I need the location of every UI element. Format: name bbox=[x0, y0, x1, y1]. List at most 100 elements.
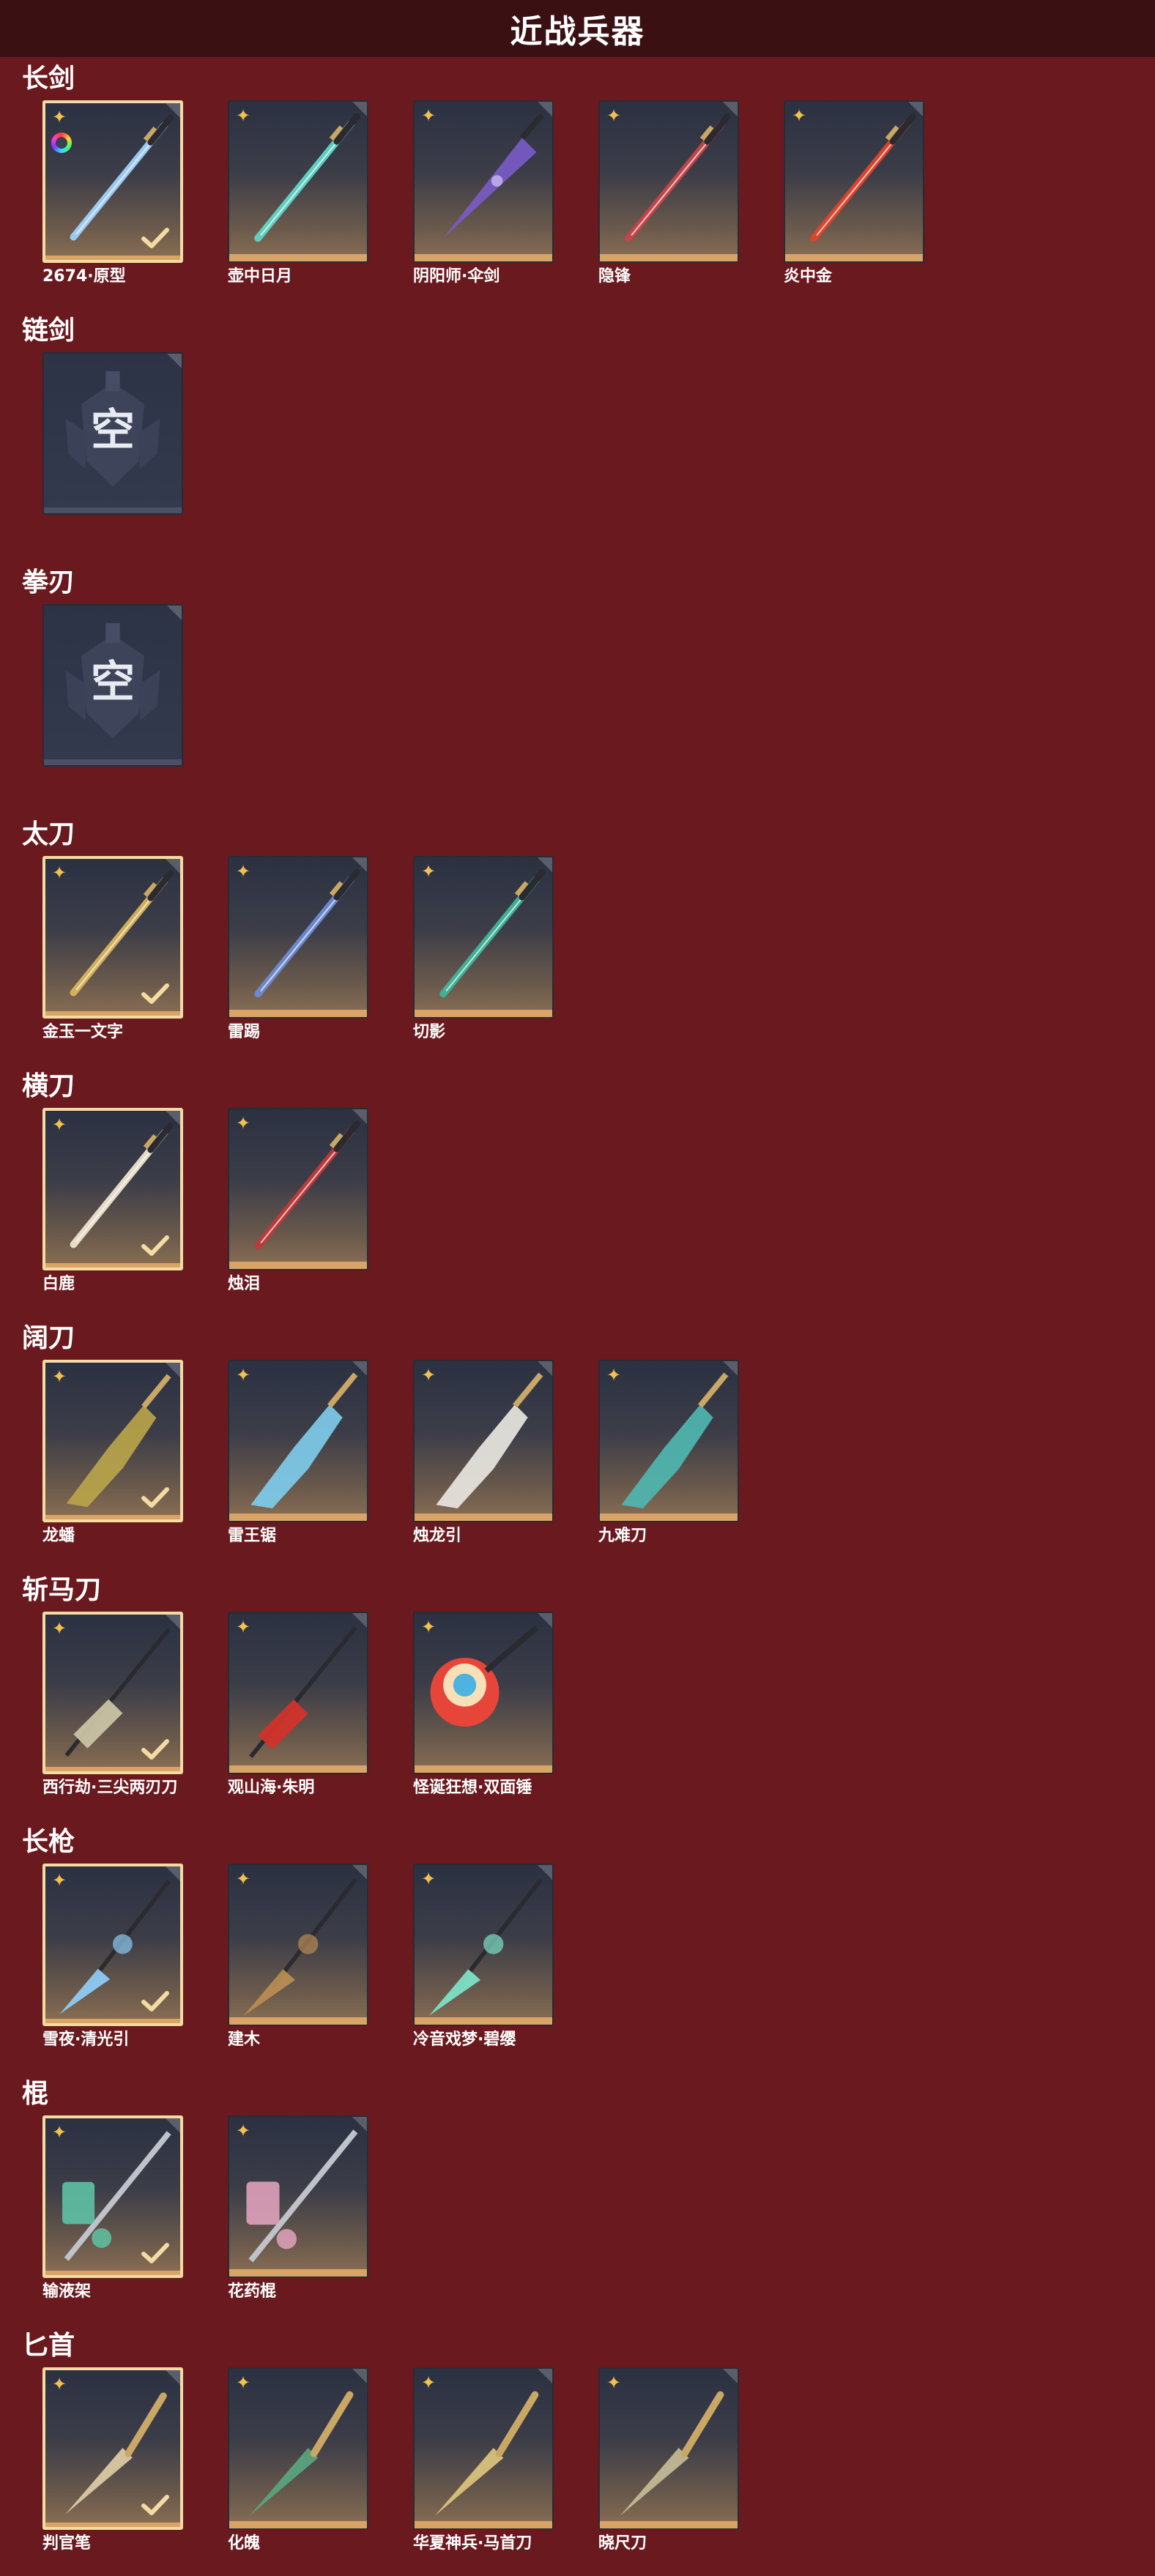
weapon-name: 烛泪 bbox=[228, 1275, 261, 1293]
empty-slot-tile: 空 bbox=[42, 604, 183, 767]
corner-tag-icon bbox=[723, 102, 738, 116]
weapon-name: 金玉一文字 bbox=[42, 1023, 124, 1041]
weapon-tile[interactable]: ✦ bbox=[228, 2115, 368, 2278]
weapon-card[interactable]: ✦ 隐锋 bbox=[598, 100, 742, 304]
star-icon: ✦ bbox=[606, 105, 622, 126]
weapon-name: 九难刀 bbox=[598, 1527, 647, 1545]
star-icon: ✦ bbox=[235, 105, 251, 126]
weapon-card[interactable]: ✦ 冷音戏梦·碧缨 bbox=[413, 1864, 557, 2067]
weapon-card[interactable]: ✦ 龙蟠 bbox=[42, 1360, 186, 1563]
weapon-tile[interactable]: ✦ bbox=[413, 100, 554, 263]
star-icon: ✦ bbox=[51, 107, 67, 127]
weapon-card[interactable]: ✦ 观山海·朱明 bbox=[228, 1612, 371, 1815]
weapon-tile[interactable]: ✦ bbox=[413, 1360, 554, 1522]
weapon-tile[interactable]: ✦ bbox=[413, 856, 554, 1019]
weapon-tile[interactable]: ✦ bbox=[228, 1360, 368, 1522]
weapon-name: 雷踢 bbox=[228, 1023, 261, 1041]
weapon-card[interactable]: ✦ 烛龙引 bbox=[413, 1360, 557, 1563]
weapon-card[interactable]: ✦ 花药棍 bbox=[228, 2115, 371, 2319]
corner-tag-icon bbox=[352, 2369, 367, 2383]
empty-slot[interactable]: 空 bbox=[42, 352, 186, 556]
check-icon bbox=[141, 1487, 169, 1508]
weapon-card[interactable]: ✦ 雷王锯 bbox=[228, 1360, 371, 1563]
weapon-tile[interactable]: ✦ bbox=[598, 2367, 739, 2530]
weapon-name: 雪夜·清光引 bbox=[42, 2030, 130, 2049]
corner-tag-icon bbox=[352, 1865, 367, 1880]
weapon-card[interactable]: ✦ 阴阳师·伞剑 bbox=[413, 100, 557, 304]
corner-tag-icon bbox=[352, 102, 367, 116]
weapon-card[interactable]: ✦ 华夏神兵·马首刀 bbox=[413, 2367, 557, 2571]
empty-slot[interactable]: 空 bbox=[42, 604, 186, 808]
weapon-tile[interactable]: ✦ bbox=[228, 2367, 368, 2530]
weapon-tile[interactable]: ✦ bbox=[413, 1864, 554, 2026]
weapon-tile[interactable]: ✦ bbox=[598, 1360, 739, 1522]
weapon-card[interactable]: ✦ 切影 bbox=[413, 856, 557, 1060]
star-icon: ✦ bbox=[235, 2372, 251, 2393]
weapon-tile[interactable]: ✦ bbox=[228, 100, 368, 263]
corner-tag-icon bbox=[166, 1866, 180, 1881]
weapon-tile[interactable]: ✦ bbox=[42, 856, 183, 1019]
empty-slot-text: 空 bbox=[91, 657, 135, 708]
star-icon: ✦ bbox=[235, 861, 251, 882]
star-icon: ✦ bbox=[235, 1869, 251, 1889]
weapon-card[interactable]: ✦ 建木 bbox=[228, 1864, 371, 2067]
weapon-tile[interactable]: ✦ bbox=[42, 2367, 183, 2530]
star-icon: ✦ bbox=[420, 1869, 437, 1889]
weapon-card[interactable]: ✦ 怪诞狂想·双面锤 bbox=[413, 1612, 557, 1815]
weapon-name: 隐锋 bbox=[598, 267, 631, 286]
weapon-section: 太刀 ✦ 金玉一文字 ✦ 雷踢 ✦ 切影 bbox=[0, 814, 1155, 1066]
star-icon: ✦ bbox=[235, 1113, 251, 1133]
weapon-tile[interactable]: ✦ bbox=[228, 856, 368, 1019]
weapon-card[interactable]: ✦ 九难刀 bbox=[598, 1360, 742, 1563]
weapon-tile[interactable]: ✦ bbox=[784, 100, 924, 263]
weapon-tile[interactable]: ✦ bbox=[228, 1864, 368, 2026]
weapon-tile[interactable]: ✦ bbox=[228, 1108, 368, 1270]
weapon-name: 壶中日月 bbox=[228, 267, 293, 286]
section-label: 链剑 bbox=[22, 316, 75, 346]
corner-tag-icon bbox=[723, 1361, 738, 1376]
weapon-tile[interactable]: ✦ bbox=[598, 100, 739, 263]
weapon-tile[interactable]: ✦ bbox=[42, 2115, 183, 2278]
section-label: 阔刀 bbox=[22, 1323, 75, 1353]
corner-tag-icon bbox=[352, 1361, 367, 1376]
weapon-name: 烛龙引 bbox=[413, 1527, 462, 1545]
spectrum-icon[interactable] bbox=[51, 133, 72, 153]
section-label: 太刀 bbox=[22, 819, 75, 849]
weapon-tile[interactable]: ✦ bbox=[42, 1864, 183, 2026]
weapon-tile[interactable]: ✦ bbox=[413, 1612, 554, 1774]
weapon-card[interactable]: ✦ 炎中金 bbox=[784, 100, 927, 304]
weapon-collection-page: 近战兵器 长剑 ✦ 2674·原型 ✦ 壶中日月 ✦ 阴阳师·伞剑 ✦ 隐锋 ✦ 炎中金 链剑空拳刃空… bbox=[0, 0, 1155, 2576]
corner-tag-icon bbox=[538, 2369, 552, 2383]
weapon-name: 白鹿 bbox=[42, 1275, 75, 1293]
weapon-card[interactable]: ✦ 判官笔 bbox=[42, 2367, 186, 2571]
weapon-name: 龙蟠 bbox=[42, 1527, 75, 1545]
star-icon: ✦ bbox=[235, 1365, 251, 1385]
weapon-name: 观山海·朱明 bbox=[228, 1779, 315, 1797]
weapon-tile[interactable]: ✦ bbox=[42, 1360, 183, 1522]
weapon-card[interactable]: ✦ 雪夜·清光引 bbox=[42, 1864, 186, 2067]
weapon-card[interactable]: ✦ 白鹿 bbox=[42, 1108, 186, 1311]
weapon-card[interactable]: ✦ 晓尺刀 bbox=[598, 2367, 742, 2571]
check-icon bbox=[141, 228, 169, 248]
weapon-card[interactable]: ✦ 化魄 bbox=[228, 2367, 371, 2571]
weapon-name: 阴阳师·伞剑 bbox=[413, 267, 500, 286]
weapon-tile[interactable]: ✦ bbox=[413, 2367, 554, 2530]
empty-slot-text: 空 bbox=[91, 405, 135, 456]
weapon-card[interactable]: ✦ 壶中日月 bbox=[228, 100, 371, 304]
corner-tag-icon bbox=[352, 1613, 367, 1628]
weapon-card[interactable]: ✦ 2674·原型 bbox=[42, 100, 186, 304]
weapon-card[interactable]: ✦ 输液架 bbox=[42, 2115, 186, 2319]
weapon-tile[interactable]: ✦ bbox=[42, 1612, 183, 1774]
weapon-card[interactable]: ✦ 金玉一文字 bbox=[42, 856, 186, 1060]
weapon-tile[interactable]: ✦ bbox=[42, 100, 183, 263]
weapon-card[interactable]: ✦ 雷踢 bbox=[228, 856, 371, 1060]
weapon-name: 切影 bbox=[413, 1023, 446, 1041]
check-icon bbox=[141, 983, 169, 1004]
weapon-name: 花药棍 bbox=[228, 2282, 277, 2301]
weapon-card[interactable]: ✦ 烛泪 bbox=[228, 1108, 371, 1311]
weapon-tile[interactable]: ✦ bbox=[42, 1108, 183, 1270]
corner-tag-icon bbox=[538, 1865, 552, 1880]
weapon-tile[interactable]: ✦ bbox=[228, 1612, 368, 1774]
weapon-section: 匕首 ✦ 判官笔 ✦ 化魄 ✦ 华夏神兵·马首刀 ✦ 晓尺刀 bbox=[0, 2326, 1155, 2576]
weapon-card[interactable]: ✦ 西行劫·三尖两刃刀 bbox=[42, 1612, 186, 1815]
